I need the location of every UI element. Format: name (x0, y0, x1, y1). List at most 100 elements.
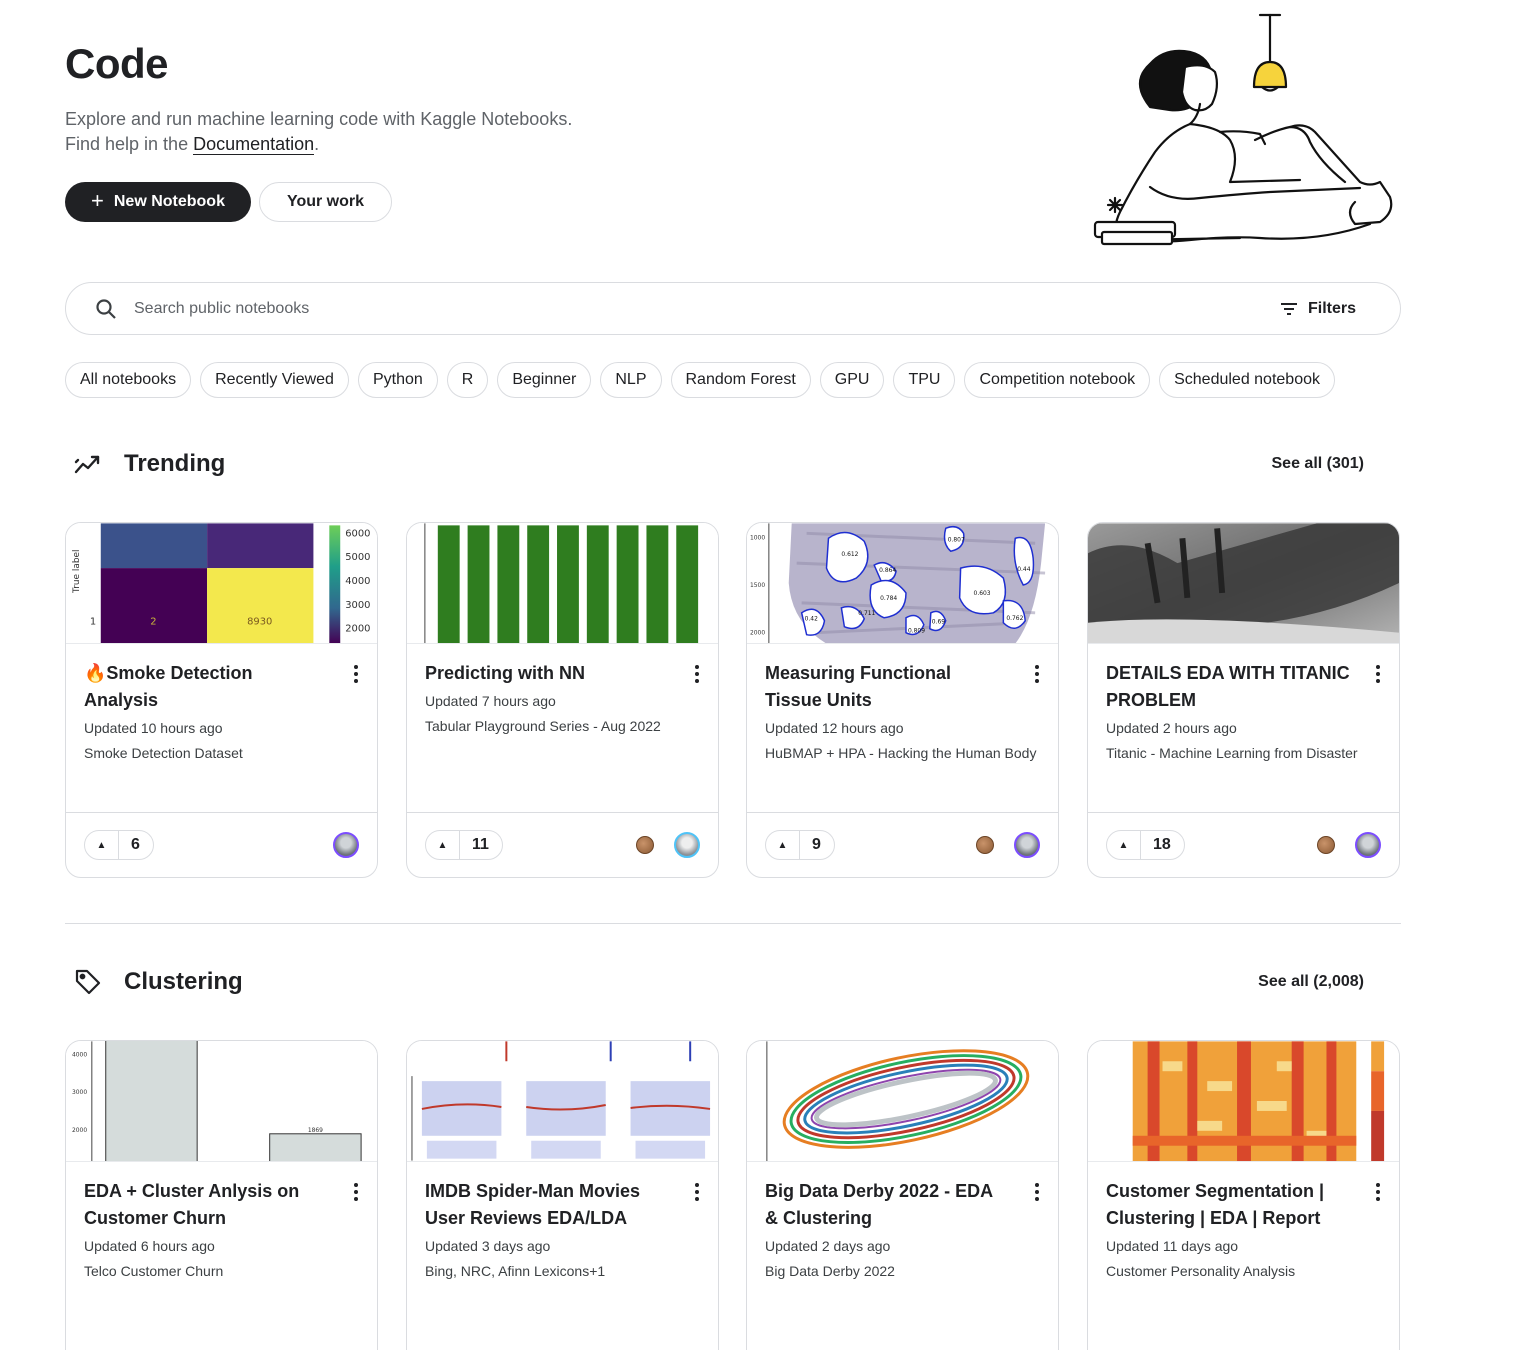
notebook-card[interactable]: Predicting with NN Updated 7 hours ago T… (406, 522, 719, 878)
filters-label: Filters (1307, 299, 1356, 317)
filters-button[interactable]: Filters (1280, 300, 1356, 318)
tissue-label: 0.809 (908, 628, 925, 635)
tissue-ytick: 1000 (750, 534, 765, 541)
upvote-button[interactable]: ▲ 18 (1106, 830, 1185, 860)
confusion-row-label: 1 (90, 617, 96, 628)
more-options-icon[interactable] (1030, 1182, 1044, 1202)
page-subtitle: Explore and run machine learning code wi… (65, 107, 572, 157)
notebook-card[interactable]: Big Data Derby 2022 - EDA & Clustering U… (746, 1040, 1059, 1350)
filter-icon (1280, 302, 1297, 315)
notebook-card[interactable]: IMDB Spider-Man Movies User Reviews EDA/… (406, 1040, 719, 1350)
more-options-icon[interactable] (349, 664, 363, 684)
card-updated: Updated 6 hours ago (84, 1238, 215, 1254)
card-thumbnail (407, 523, 718, 644)
card-thumbnail: 2 8930 True label 1 6000 5000 4000 3000 … (66, 523, 377, 644)
more-options-icon[interactable] (690, 1182, 704, 1202)
card-dataset[interactable]: Telco Customer Churn (84, 1263, 359, 1279)
tissue-label: 0.612 (841, 551, 858, 558)
chip-random-forest[interactable]: Random Forest (670, 362, 811, 398)
card-title[interactable]: DETAILS EDA WITH TITANIC PROBLEM (1106, 660, 1381, 714)
chip-scheduled-notebook[interactable]: Scheduled notebook (1159, 362, 1335, 398)
card-title[interactable]: Customer Segmentation | Clustering | EDA… (1106, 1178, 1381, 1232)
chip-recently-viewed[interactable]: Recently Viewed (200, 362, 349, 398)
card-title[interactable]: Predicting with NN (425, 660, 700, 687)
card-updated: Updated 7 hours ago (425, 693, 556, 709)
card-title[interactable]: IMDB Spider-Man Movies User Reviews EDA/… (425, 1178, 700, 1232)
chip-tpu[interactable]: TPU (893, 362, 956, 398)
more-options-icon[interactable] (1371, 664, 1385, 684)
more-options-icon[interactable] (690, 664, 704, 684)
card-title[interactable]: Big Data Derby 2022 - EDA & Clustering (765, 1178, 1040, 1232)
chip-python[interactable]: Python (357, 362, 438, 398)
tissue-ytick: 1500 (750, 582, 765, 589)
avatar[interactable] (674, 832, 700, 858)
upvote-button[interactable]: ▲ 11 (425, 830, 503, 860)
clustering-title: Clustering (124, 968, 243, 995)
card-dataset[interactable]: Tabular Playground Series - Aug 2022 (425, 718, 700, 734)
more-options-icon[interactable] (1371, 1182, 1385, 1202)
card-updated: Updated 3 days ago (425, 1238, 551, 1254)
notebook-card[interactable]: 1000 1500 2000 0.612 0.864 0.784 0.711 0… (746, 522, 1059, 878)
colorbar-tick: 2000 (345, 624, 370, 635)
page-title: Code (65, 40, 169, 87)
avatar[interactable] (333, 832, 359, 858)
upvote-arrow-icon: ▲ (426, 831, 460, 859)
upvote-button[interactable]: ▲ 9 (765, 830, 835, 860)
tissue-label: 0.711 (858, 610, 875, 617)
card-dataset[interactable]: HuBMAP + HPA - Hacking the Human Body (765, 745, 1040, 761)
search-bar: Filters (65, 282, 1401, 335)
card-thumbnail (747, 1041, 1058, 1162)
card-title[interactable]: 🔥Smoke Detection Analysis (84, 660, 359, 714)
bar-ytick: 4000 (72, 1051, 87, 1058)
card-thumbnail (1088, 1041, 1399, 1162)
tissue-label: 0.807 (948, 536, 965, 543)
vote-count: 6 (131, 836, 140, 853)
card-title[interactable]: Measuring Functional Tissue Units (765, 660, 1040, 714)
card-updated: Updated 2 hours ago (1106, 720, 1237, 736)
card-dataset[interactable]: Customer Personality Analysis (1106, 1263, 1381, 1279)
more-options-icon[interactable] (349, 1182, 363, 1202)
tissue-ytick: 2000 (750, 630, 765, 637)
trending-see-all-link[interactable]: See all (301) (1272, 455, 1365, 473)
card-footer: ▲ 11 (407, 812, 718, 877)
upvote-button[interactable]: ▲ 6 (84, 830, 154, 860)
your-work-button[interactable]: Your work (259, 182, 392, 222)
clustering-see-all-link[interactable]: See all (2,008) (1258, 973, 1364, 991)
trending-title: Trending (124, 450, 226, 477)
chip-competition-notebook[interactable]: Competition notebook (964, 362, 1151, 398)
plus-icon: + (91, 188, 104, 213)
card-dataset[interactable]: Titanic - Machine Learning from Disaster (1106, 745, 1381, 761)
clustering-header: Clustering (72, 966, 243, 998)
tissue-label: 0.762 (1006, 615, 1023, 622)
subtitle-line-2: Find help in the Documentation. (65, 132, 572, 157)
notebook-card[interactable]: Customer Segmentation | Clustering | EDA… (1087, 1040, 1400, 1350)
card-dataset[interactable]: Bing, NRC, Afinn Lexicons+1 (425, 1263, 700, 1279)
colorbar-tick: 6000 (345, 528, 370, 539)
subtitle-prefix: Find help in the (65, 134, 194, 154)
notebook-card[interactable]: 4000 3000 2000 1869 EDA + Cluster Anlysi… (65, 1040, 378, 1350)
new-notebook-button[interactable]: + New Notebook (65, 182, 251, 222)
documentation-link[interactable]: Documentation (193, 134, 315, 155)
tissue-label: 0.864 (879, 567, 896, 574)
avatar[interactable] (1355, 832, 1381, 858)
subtitle-line-1: Explore and run machine learning code wi… (65, 109, 573, 129)
section-divider (65, 923, 1401, 924)
card-title[interactable]: EDA + Cluster Anlysis on Customer Churn (84, 1178, 359, 1232)
card-dataset[interactable]: Big Data Derby 2022 (765, 1263, 1040, 1279)
chip-gpu[interactable]: GPU (819, 362, 885, 398)
notebook-card[interactable]: DETAILS EDA WITH TITANIC PROBLEM Updated… (1087, 522, 1400, 878)
notebook-card[interactable]: 2 8930 True label 1 6000 5000 4000 3000 … (65, 522, 378, 878)
card-updated: Updated 2 days ago (765, 1238, 891, 1254)
more-options-icon[interactable] (1030, 664, 1044, 684)
card-dataset[interactable]: Smoke Detection Dataset (84, 745, 359, 761)
chip-all-notebooks[interactable]: All notebooks (65, 362, 192, 398)
chip-beginner[interactable]: Beginner (497, 362, 592, 398)
confusion-cell-b: 8930 (247, 617, 272, 628)
search-input[interactable] (134, 299, 1280, 318)
tissue-label: 0.42 (805, 616, 818, 623)
chip-nlp[interactable]: NLP (600, 362, 662, 398)
upvote-arrow-icon: ▲ (1107, 831, 1141, 859)
tissue-label: 0.69 (932, 619, 945, 626)
avatar[interactable] (1014, 832, 1040, 858)
chip-r[interactable]: R (446, 362, 489, 398)
